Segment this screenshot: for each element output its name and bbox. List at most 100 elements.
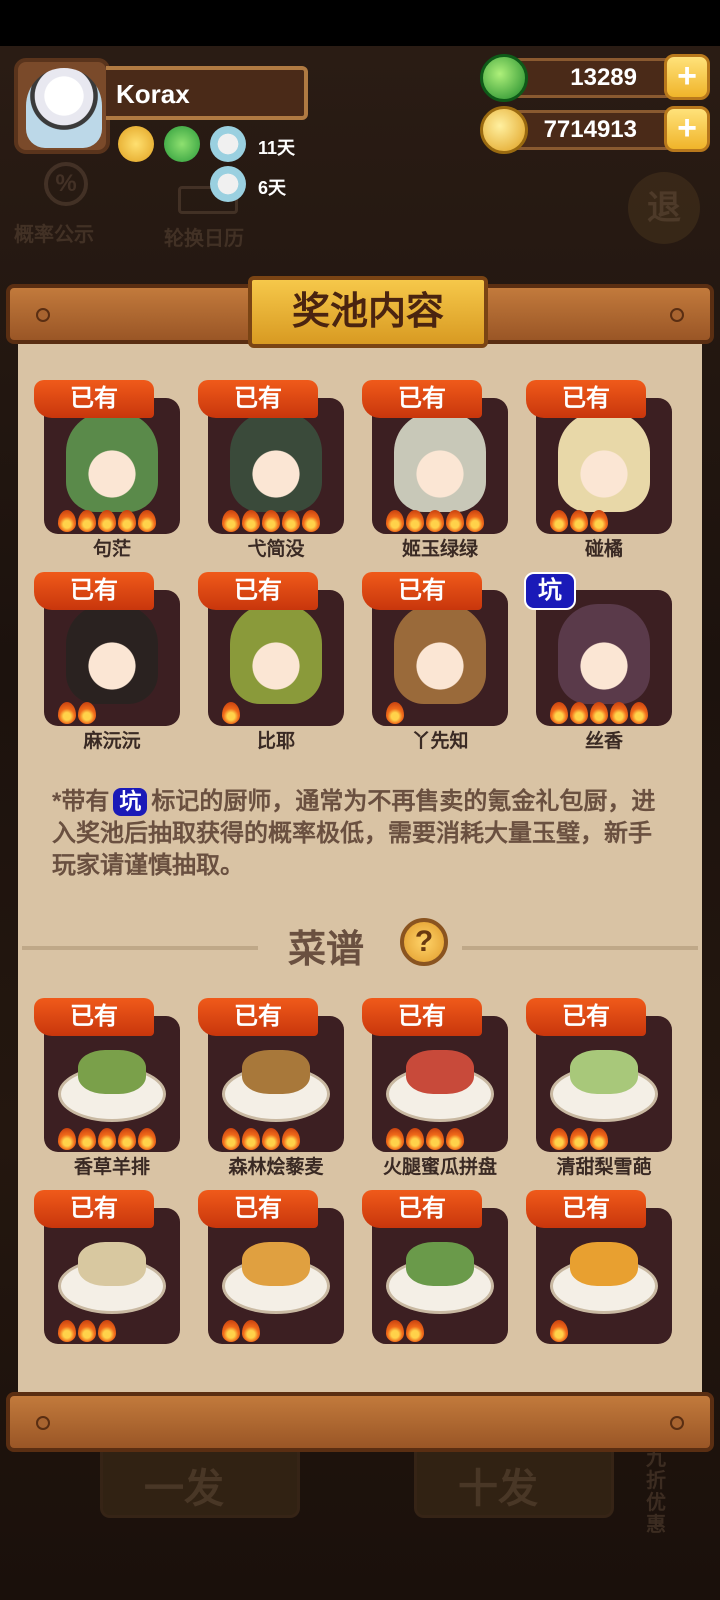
chef-portrait-icon	[394, 604, 486, 704]
chef-card[interactable]: 已有麻沅沅	[34, 572, 180, 752]
bolt-icon	[670, 308, 684, 322]
flame-icon	[282, 510, 300, 532]
chef-name: 麻沅沅	[83, 731, 141, 752]
dish-icon	[242, 1242, 310, 1286]
flame-icon	[78, 1320, 96, 1342]
chef-portrait-icon	[558, 412, 650, 512]
bolt-icon	[670, 1416, 684, 1430]
add-jade-button[interactable]: +	[664, 54, 710, 100]
owned-badge: 已有	[362, 380, 482, 418]
jade-boost-icon[interactable]	[164, 126, 200, 162]
flame-icon	[406, 1128, 424, 1150]
recipe-name: 清甜梨雪葩	[556, 1157, 652, 1178]
flame-icon	[262, 1128, 280, 1150]
status-bar	[0, 0, 720, 46]
flame-icon	[58, 1128, 76, 1150]
bolt-icon	[36, 1416, 50, 1430]
dish-icon	[570, 1242, 638, 1286]
rate-disclosure-button[interactable]: % 概率公示	[14, 162, 114, 246]
chef-card[interactable]: 已有句茫	[34, 380, 180, 560]
jade-icon	[480, 54, 528, 102]
flame-icon	[98, 1320, 116, 1342]
owned-badge: 已有	[34, 380, 154, 418]
chef-card[interactable]: 已有 姬玉绿绿	[362, 380, 508, 560]
add-gold-button[interactable]: +	[664, 106, 710, 152]
dish-boost-icon[interactable]	[210, 166, 246, 202]
dish-boost-icon[interactable]	[210, 126, 246, 162]
flame-icon	[406, 1320, 424, 1342]
chef-card[interactable]: 已有 弋简没	[198, 380, 344, 560]
divider	[22, 946, 258, 950]
player-avatar[interactable]	[14, 58, 110, 154]
chef-name: 句茫	[92, 539, 131, 560]
recipe-card[interactable]: 已有	[198, 1190, 344, 1344]
avatar-character-icon	[26, 68, 102, 148]
flame-icon	[58, 510, 76, 532]
flame-icon	[118, 1128, 136, 1150]
chef-name: 丫先知	[411, 731, 469, 752]
dish-icon	[570, 1050, 638, 1094]
recipe-card[interactable]: 已有 火腿蜜瓜拼盘	[362, 998, 508, 1178]
percent-icon: %	[44, 162, 88, 206]
exit-button[interactable]: 退	[628, 172, 700, 244]
flame-icon	[222, 510, 240, 532]
chef-portrait-icon	[394, 412, 486, 512]
flame-icon	[282, 1128, 300, 1150]
panel-title: 奖池内容	[248, 276, 488, 348]
single-draw-label: 一发	[144, 1467, 224, 1511]
flame-icon	[550, 1128, 568, 1150]
flame-icon	[466, 510, 484, 532]
recipe-card[interactable]: 已有	[34, 1190, 180, 1344]
chef-portrait-icon	[66, 412, 158, 512]
gold-coin-icon	[480, 106, 528, 154]
flame-icon	[570, 1128, 588, 1150]
owned-badge: 已有	[362, 1190, 482, 1228]
chef-card[interactable]: 已有丫先知	[362, 572, 508, 752]
rarity-flames	[222, 1128, 300, 1150]
flame-icon	[550, 1320, 568, 1342]
recipe-card[interactable]: 已有 香草羊排	[34, 998, 180, 1178]
owned-badge: 已有	[362, 572, 482, 610]
recipe-card[interactable]: 已有	[526, 1190, 672, 1344]
flame-icon	[386, 702, 404, 724]
flame-icon	[138, 1128, 156, 1150]
flame-icon	[406, 510, 424, 532]
pit-note-prefix: *带有	[52, 788, 110, 815]
rarity-flames	[58, 1128, 156, 1150]
flame-icon	[98, 1128, 116, 1150]
buff-duration: 6天	[258, 178, 287, 198]
recipe-card[interactable]: 已有	[362, 1190, 508, 1344]
flame-icon	[242, 1320, 260, 1342]
flame-icon	[446, 510, 464, 532]
owned-badge: 已有	[198, 1190, 318, 1228]
recipe-name: 香草羊排	[73, 1157, 150, 1178]
player-name: Korax	[106, 66, 308, 120]
dish-icon	[78, 1242, 146, 1286]
chef-card[interactable]: 已有 碰橘	[526, 380, 672, 560]
recipe-card[interactable]: 已有 清甜梨雪葩	[526, 998, 672, 1178]
recipe-card[interactable]: 已有 森林烩藜麦	[198, 998, 344, 1178]
chef-card[interactable]: 已有 比耶	[198, 572, 344, 752]
flame-icon	[98, 510, 116, 532]
chef-portrait-icon	[558, 604, 650, 704]
flame-icon	[590, 510, 608, 532]
owned-badge: 已有	[34, 572, 154, 610]
gold-boost-icon[interactable]	[118, 126, 154, 162]
dish-icon	[242, 1050, 310, 1094]
flame-icon	[138, 510, 156, 532]
discount-label: 九折优惠	[646, 1448, 666, 1536]
recipe-help-button[interactable]: ?	[400, 918, 448, 966]
flame-icon	[78, 1128, 96, 1150]
chef-card[interactable]: 坑丝香	[524, 572, 672, 752]
flame-icon	[78, 702, 96, 724]
pit-note: *带有坑标记的厨师，通常为不再售卖的氪金礼包厨，进入奖池后抽取获得的概率极低，需…	[52, 786, 672, 882]
rotation-calendar-label: 轮换日历	[164, 228, 244, 250]
flame-icon	[302, 510, 320, 532]
rarity-flames	[386, 1128, 464, 1150]
flame-icon	[550, 702, 568, 724]
flame-icon	[386, 1128, 404, 1150]
rate-disclosure-label: 概率公示	[14, 224, 94, 246]
rarity-flames	[222, 702, 240, 724]
chef-name: 丝香	[584, 731, 623, 752]
flame-icon	[570, 510, 588, 532]
